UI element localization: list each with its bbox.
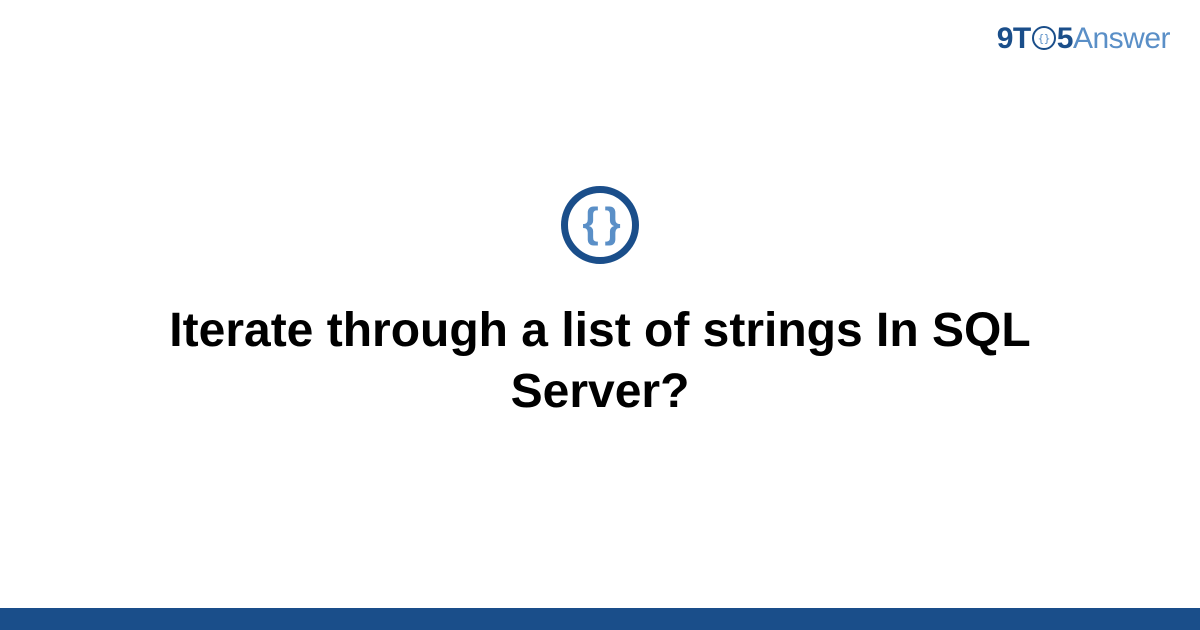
footer-bar <box>0 608 1200 630</box>
main-content: { } Iterate through a list of strings In… <box>0 0 1200 608</box>
topic-icon-circle: { } <box>561 186 639 264</box>
code-braces-icon: { } <box>582 202 617 244</box>
question-title: Iterate through a list of strings In SQL… <box>110 300 1090 423</box>
